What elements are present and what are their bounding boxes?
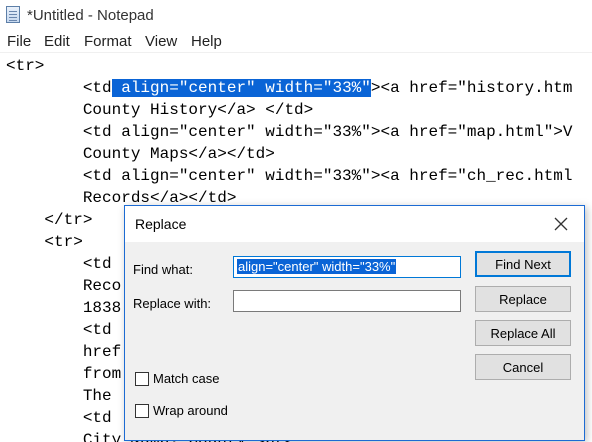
code-line: <td align="center" width="33%"><a href="… (6, 167, 573, 185)
match-case-checkbox[interactable] (135, 371, 149, 386)
wrap-around-label: Wrap around (153, 403, 228, 418)
wrap-around-option[interactable]: Wrap around (135, 403, 228, 418)
code-line: href (6, 343, 122, 361)
menu-edit[interactable]: Edit (44, 33, 70, 50)
code-text: <td (6, 79, 112, 97)
code-text: ><a href="history.htm (370, 79, 573, 97)
code-line: <td align="center" width="33%"><a href="… (6, 123, 573, 141)
dialog-title: Replace (135, 216, 187, 232)
code-line: County History</a> </td> (6, 101, 314, 119)
code-line: Reco (6, 277, 122, 295)
code-line: The (6, 387, 112, 405)
match-case-option[interactable]: Match case (135, 371, 219, 386)
menu-file[interactable]: File (7, 33, 31, 50)
menu-bar: File Edit Format View Help (0, 30, 592, 52)
dialog-title-bar[interactable]: Replace (125, 206, 584, 242)
close-icon (554, 217, 568, 231)
selected-text: align="center" width="33%" (111, 79, 371, 97)
replace-with-input[interactable] (233, 290, 461, 312)
menu-help[interactable]: Help (191, 33, 222, 50)
menu-view[interactable]: View (145, 33, 177, 50)
code-line: <td align="center" width="33%"><a href="… (6, 77, 573, 99)
find-what-input[interactable]: align="center" width="33%" (233, 256, 461, 278)
close-button[interactable] (538, 206, 584, 242)
replace-all-button[interactable]: Replace All (475, 320, 571, 346)
find-what-value: align="center" width="33%" (237, 259, 397, 274)
title-bar: *Untitled - Notepad (0, 0, 592, 30)
find-next-button[interactable]: Find Next (475, 251, 571, 277)
code-line: <tr> (6, 233, 83, 251)
cancel-button[interactable]: Cancel (475, 354, 571, 380)
code-line: <tr> (6, 57, 45, 75)
menu-format[interactable]: Format (84, 33, 132, 50)
code-line: <td (6, 409, 112, 427)
find-what-label: Find what: (133, 262, 193, 277)
code-line: <td (6, 321, 112, 339)
notepad-icon (6, 6, 20, 23)
code-line: 1838 (6, 299, 122, 317)
code-line: </tr> (6, 211, 93, 229)
match-case-label: Match case (153, 371, 220, 386)
window-title: *Untitled - Notepad (27, 7, 154, 24)
wrap-around-checkbox[interactable] (135, 403, 149, 418)
code-line: County Maps</a></td> (6, 145, 275, 163)
replace-dialog: Replace Find what: align="center" width=… (124, 205, 585, 441)
replace-with-label: Replace with: (133, 296, 212, 311)
replace-button[interactable]: Replace (475, 286, 571, 312)
code-line: from (6, 365, 122, 383)
code-line: <td (6, 255, 112, 273)
